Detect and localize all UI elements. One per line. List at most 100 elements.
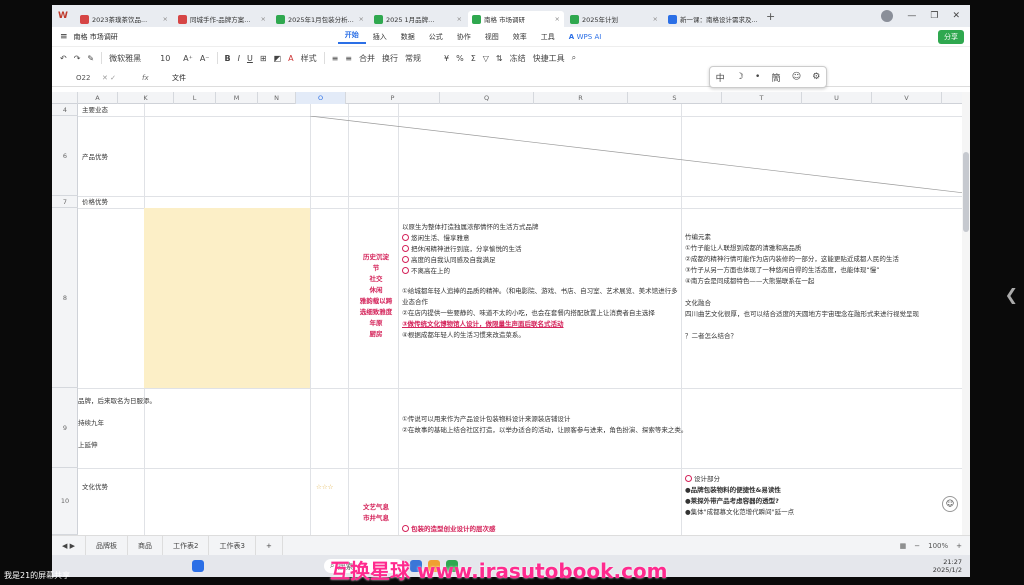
italic-icon[interactable]: I [238, 54, 240, 63]
menu-formula[interactable]: 公式 [422, 32, 450, 42]
column-header-s[interactable]: S [628, 92, 722, 104]
cancel-fx-icon[interactable]: ✕ ✓ [102, 74, 142, 82]
font-color-icon[interactable]: A [288, 54, 293, 63]
add-sheet-button[interactable]: + [256, 536, 283, 555]
menu-start[interactable]: 开始 [337, 30, 366, 44]
underline-icon[interactable]: U [247, 54, 253, 63]
column-header-t[interactable]: T [722, 92, 802, 104]
sum-icon[interactable]: Σ [471, 54, 476, 63]
row-header-8[interactable]: 8 [52, 208, 78, 388]
menu-insert[interactable]: 插入 [366, 32, 394, 42]
redo-icon[interactable]: ↷ [74, 54, 81, 63]
hamburger-icon[interactable]: ≡ [52, 32, 74, 42]
doc-tab[interactable]: 同城手作-品牌方案... × [174, 11, 270, 27]
column-header-u[interactable]: U [802, 92, 872, 104]
align-center-icon[interactable]: ≡ [345, 54, 352, 63]
menu-efficiency[interactable]: 效率 [506, 32, 534, 42]
percent-icon[interactable]: % [456, 54, 464, 63]
doc-title[interactable]: 南格 市场调研 [74, 32, 338, 42]
bold-icon[interactable]: B [225, 54, 231, 63]
row-header-7[interactable]: 7 [52, 196, 78, 208]
number-format-select[interactable]: 常规 [405, 53, 437, 64]
row-header-6[interactable]: 6 [52, 116, 78, 196]
undo-icon[interactable]: ↶ [60, 54, 67, 63]
fill-color-icon[interactable]: ◩ [274, 54, 282, 63]
increase-font-icon[interactable]: A⁺ [183, 54, 193, 63]
close-tab-icon[interactable]: × [358, 15, 363, 23]
highlighted-cell-k8[interactable] [144, 208, 310, 388]
column-header-v[interactable]: V [872, 92, 942, 104]
zoom-out-icon[interactable]: − [914, 542, 920, 550]
vertical-scrollbar[interactable] [962, 92, 970, 535]
minimize-icon[interactable]: — [907, 11, 916, 21]
row-header-4[interactable]: 4 [52, 104, 78, 116]
doc-tab[interactable]: 2023茶璞茶饮品... × [76, 11, 172, 27]
wps-ai-button[interactable]: A WPS AI [562, 33, 609, 41]
close-tab-icon[interactable]: × [554, 15, 559, 23]
sheet-nav-icon[interactable]: ◀ ▶ [52, 536, 86, 555]
zoom-level[interactable]: 100% [928, 542, 948, 550]
ime-settings-icon[interactable]: ⚙ [812, 72, 820, 82]
row-header-10[interactable]: 10 [52, 468, 78, 535]
assistant-icon[interactable]: ☺ [942, 496, 958, 512]
column-header-n[interactable]: N [258, 92, 296, 104]
wrap-button[interactable]: 换行 [382, 53, 398, 64]
ime-chinese-icon[interactable]: 中 [716, 71, 725, 84]
column-header-o[interactable]: O [296, 92, 346, 104]
column-header-m[interactable]: M [216, 92, 258, 104]
column-header-p[interactable]: P [346, 92, 440, 104]
doc-tab[interactable]: 2025年1月包装分析... × [272, 11, 368, 27]
view-normal-icon[interactable]: ▦ [900, 542, 907, 550]
ime-moon-icon[interactable]: ☽ [736, 72, 744, 82]
search-icon[interactable]: ⌕ [572, 53, 576, 63]
formula-input[interactable]: 文件 [172, 73, 186, 83]
scroll-thumb[interactable] [963, 152, 969, 232]
name-box[interactable]: O22 [52, 74, 102, 82]
column-header-q[interactable]: Q [440, 92, 534, 104]
column-header-k[interactable]: K [118, 92, 174, 104]
menu-collab[interactable]: 协作 [450, 32, 478, 42]
menu-data[interactable]: 数据 [394, 32, 422, 42]
taskbar-clock[interactable]: 21:27 2025/1/2 [933, 558, 970, 574]
restore-icon[interactable]: ❐ [930, 11, 938, 21]
doc-tab[interactable]: 新一课：南格设计需求及...× [664, 11, 760, 27]
ime-punct-icon[interactable]: • [755, 72, 760, 82]
doc-tab[interactable]: 南格 市场调研 × [467, 11, 564, 27]
sheet-tab-1[interactable]: 商品 [128, 536, 163, 555]
ime-simplified-icon[interactable]: 簡 [772, 71, 781, 84]
column-header-l[interactable]: L [174, 92, 216, 104]
new-tab-button[interactable]: + [766, 10, 775, 23]
style-button[interactable]: 样式 [301, 53, 317, 64]
share-button[interactable]: 分享 [938, 29, 964, 44]
close-tab-icon[interactable]: × [456, 15, 461, 23]
sheet-tab-0[interactable]: 品牌板 [86, 536, 128, 555]
windows-start-icon[interactable] [192, 560, 204, 572]
merge-button[interactable]: 合并 [359, 53, 375, 64]
quick-tools-button[interactable]: 快捷工具 [533, 53, 565, 64]
align-left-icon[interactable]: ≡ [332, 54, 339, 63]
sheet-tab-2[interactable]: 工作表2 [163, 536, 210, 555]
chevron-left-icon[interactable]: ❮ [1005, 285, 1018, 304]
avatar[interactable] [881, 10, 894, 22]
sort-icon[interactable]: ⇅ [496, 54, 503, 63]
cell-grid[interactable]: 主要业态 产品优势 价格优势 文化优势 历史沉淀 节 社交 休闲 雅韵载以跨 选… [78, 104, 962, 535]
freeze-button[interactable]: 冻结 [510, 53, 526, 64]
currency-icon[interactable]: ¥ [444, 54, 449, 63]
ime-emoji-icon[interactable]: ☺ [792, 72, 801, 82]
filter-icon[interactable]: ▽ [483, 54, 489, 63]
border-icon[interactable]: ⊞ [260, 54, 267, 63]
font-name-select[interactable]: 微软雅黑 [109, 53, 153, 64]
wps-logo-icon[interactable]: W [52, 5, 74, 27]
sheet-tab-3[interactable]: 工作表3 [209, 536, 256, 555]
format-painter-icon[interactable]: ✎ [87, 54, 94, 63]
font-size-select[interactable]: 10 [160, 54, 176, 63]
column-header-a[interactable]: A [78, 92, 118, 104]
row-header-9[interactable]: 9 [52, 388, 78, 468]
zoom-in-icon[interactable]: + [956, 542, 962, 550]
doc-tab[interactable]: 2025 1月品牌... × [370, 11, 466, 27]
close-tab-icon[interactable]: × [162, 15, 167, 23]
menu-tools[interactable]: 工具 [534, 32, 562, 42]
close-tab-icon[interactable]: × [260, 15, 265, 23]
decrease-font-icon[interactable]: A⁻ [200, 54, 210, 63]
column-header-r[interactable]: R [534, 92, 628, 104]
